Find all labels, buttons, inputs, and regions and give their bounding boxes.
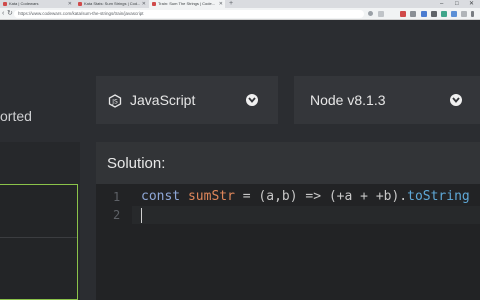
star-icon[interactable]: [378, 11, 384, 17]
menu-icon[interactable]: [471, 11, 474, 17]
chevron-down-icon[interactable]: [450, 94, 462, 106]
text-cursor: [141, 208, 142, 223]
nodejs-hexagon-icon: JS: [108, 94, 122, 113]
browser-tabstrip: Kata | Codewars ✕ Kata Stats: Sum String…: [0, 0, 480, 8]
code-line-1[interactable]: const sumStr = (a,b) => (+a + +b).toStri…: [141, 189, 470, 204]
browser-tab-kata-stats[interactable]: Kata Stats: Sum Strings | Cod... ✕: [75, 0, 148, 8]
panel-divider: [0, 237, 77, 238]
new-tab-button[interactable]: +: [229, 0, 233, 8]
browser-tab-train[interactable]: Train: Sum The Strings | Code... ✕: [149, 0, 225, 8]
close-tab-icon[interactable]: ✕: [219, 0, 223, 8]
extension-dark-icon[interactable]: [431, 11, 437, 17]
extension-blue-icon[interactable]: [421, 11, 427, 17]
browser-tab-kata[interactable]: Kata | Codewars ✕: [0, 0, 74, 8]
maximize-button[interactable]: □: [455, 0, 459, 8]
runtime-label: Node v8.1.3: [310, 92, 386, 108]
search-icon[interactable]: [368, 11, 373, 16]
reload-icon[interactable]: ↻: [7, 9, 13, 19]
code-method: toString: [407, 189, 470, 204]
extension-light-icon[interactable]: [461, 11, 467, 17]
line-number: 1: [113, 190, 121, 204]
tab-label: Kata | Codewars: [9, 1, 39, 6]
line-number: 2: [113, 208, 121, 222]
code-identifier: sumStr: [187, 189, 235, 204]
code-keyword: const: [141, 189, 188, 204]
codewars-favicon-icon: [3, 2, 7, 6]
extension-blue2-icon[interactable]: [451, 11, 457, 17]
codewars-favicon-icon: [152, 2, 156, 6]
panel-gap: [80, 142, 96, 300]
codewars-favicon-icon: [78, 2, 82, 6]
back-icon[interactable]: ‹: [2, 9, 4, 19]
output-panel[interactable]: [0, 184, 78, 300]
active-line-highlight: [132, 206, 480, 224]
code-expression: = (a,b) => (+a + +b).: [234, 189, 408, 204]
close-tab-icon[interactable]: ✕: [142, 0, 146, 8]
extension-gray-icon[interactable]: [410, 11, 416, 17]
sort-label: orted: [0, 108, 32, 124]
close-tab-icon[interactable]: ✕: [68, 0, 72, 8]
tab-label: Train: Sum The Strings | Code...: [158, 1, 216, 6]
svg-text:JS: JS: [111, 99, 118, 106]
extension-teal-icon[interactable]: [441, 11, 447, 17]
minimize-button[interactable]: –: [440, 0, 443, 8]
chevron-down-icon[interactable]: [246, 94, 258, 106]
language-label: JavaScript: [130, 92, 196, 108]
runtime-dropdown[interactable]: Node v8.1.3: [294, 76, 480, 124]
language-dropdown[interactable]: JS JavaScript: [96, 76, 278, 124]
tab-label: Kata Stats: Sum Strings | Cod...: [84, 1, 141, 6]
url-input[interactable]: https://www.codewars.com/kata/sum-the-st…: [14, 10, 364, 18]
address-bar: ‹ ↻ https://www.codewars.com/kata/sum-th…: [0, 8, 480, 20]
close-window-button[interactable]: ✕: [469, 0, 474, 8]
extension-red-icon[interactable]: [400, 11, 406, 17]
solution-title: Solution:: [107, 155, 166, 172]
